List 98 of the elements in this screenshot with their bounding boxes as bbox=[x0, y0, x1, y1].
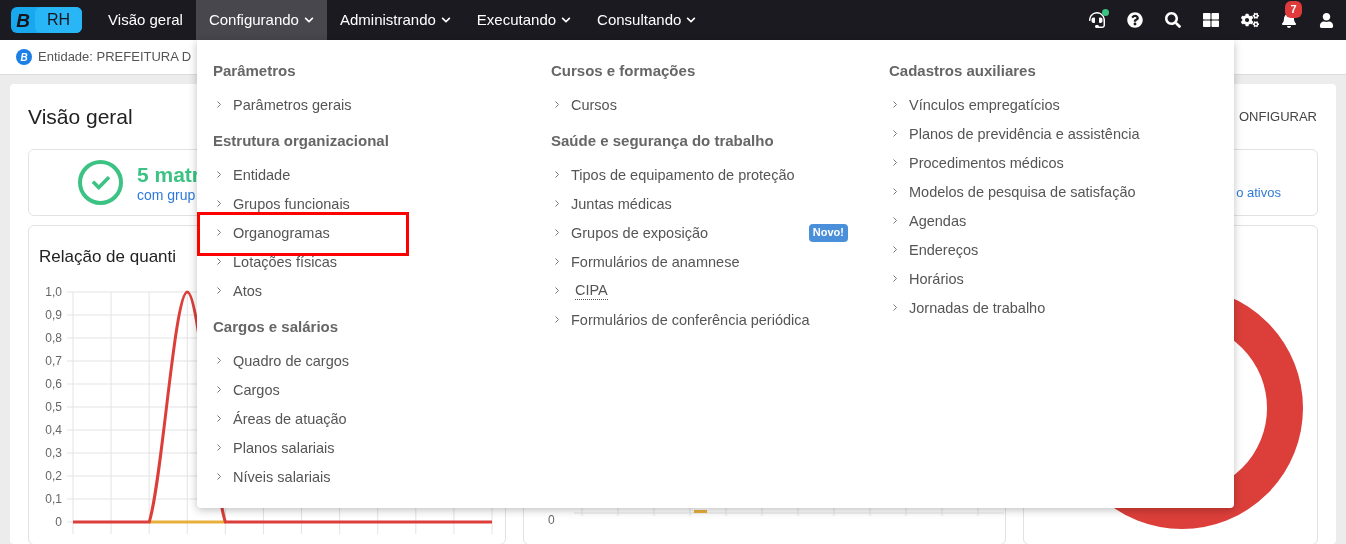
menu-heading: Cargos e salários bbox=[213, 317, 340, 337]
chevron-right-icon bbox=[893, 246, 897, 253]
axis-tick-label: 0,3 bbox=[45, 446, 62, 460]
chevron-right-icon bbox=[555, 316, 559, 323]
menu-item[interactable]: Lotações físicas bbox=[233, 252, 337, 271]
menu-item[interactable]: CIPA bbox=[575, 281, 608, 300]
chevron-right-icon bbox=[217, 229, 221, 236]
chevron-right-icon bbox=[217, 415, 221, 422]
menu-heading: Saúde e segurança do trabalho bbox=[551, 131, 775, 151]
menu-item[interactable]: Grupos de exposição bbox=[571, 223, 709, 242]
logo-text: RH bbox=[35, 7, 83, 33]
chevron-right-icon bbox=[555, 287, 559, 294]
chevron-right-icon bbox=[893, 304, 897, 311]
chevron-right-icon bbox=[217, 357, 221, 364]
axis-tick-label: 0,6 bbox=[45, 377, 62, 391]
logo-letter: B bbox=[15, 10, 31, 30]
chart-title: Relação de quanti bbox=[39, 247, 177, 266]
page-title: Visão geral bbox=[28, 104, 133, 131]
menu-item[interactable]: Quadro de cargos bbox=[233, 351, 350, 370]
nav-menu-item[interactable]: Consultando bbox=[584, 0, 710, 40]
axis-tick-label: 0,7 bbox=[45, 354, 62, 368]
chevron-down-icon bbox=[686, 15, 697, 25]
chevron-right-icon bbox=[555, 171, 559, 178]
chevron-right-icon bbox=[217, 287, 221, 294]
chevron-right-icon bbox=[217, 444, 221, 451]
menu-item[interactable]: Juntas médicas bbox=[571, 194, 672, 213]
chevron-right-icon bbox=[217, 386, 221, 393]
chevron-right-icon bbox=[893, 159, 897, 166]
logo[interactable]: B RH bbox=[11, 7, 83, 33]
menu-item[interactable]: Formulários de anamnese bbox=[571, 252, 740, 271]
summary-value: 5 matr bbox=[137, 162, 201, 187]
chevron-down-icon bbox=[303, 15, 314, 25]
menu-item[interactable]: Planos salariais bbox=[233, 438, 335, 457]
menu-item[interactable]: Formulários de conferência periódica bbox=[571, 310, 810, 329]
menu-heading: Cursos e formações bbox=[551, 61, 697, 81]
chevron-right-icon bbox=[217, 101, 221, 108]
chevron-right-icon bbox=[893, 130, 897, 137]
menu-item[interactable]: Procedimentos médicos bbox=[909, 153, 1064, 172]
menu-item[interactable]: Jornadas de trabalho bbox=[909, 298, 1046, 317]
axis-tick-label: 0,2 bbox=[45, 469, 62, 483]
chevron-right-icon bbox=[893, 188, 897, 195]
chevron-right-icon bbox=[217, 473, 221, 480]
chevron-right-icon bbox=[893, 217, 897, 224]
nav-menu-item[interactable]: Visão geral bbox=[95, 0, 196, 40]
chevron-right-icon bbox=[217, 171, 221, 178]
chevron-right-icon bbox=[217, 258, 221, 265]
chevron-right-icon bbox=[555, 258, 559, 265]
chevron-right-icon bbox=[893, 275, 897, 282]
summary-link[interactable]: com grup bbox=[137, 186, 201, 203]
menu-item[interactable]: Planos de previdência e assistência bbox=[909, 124, 1140, 143]
user-icon[interactable] bbox=[1319, 12, 1334, 28]
axis-tick-label: 0 bbox=[55, 515, 62, 529]
settings-icon[interactable] bbox=[1241, 11, 1259, 29]
menu-item[interactable]: Parâmetros gerais bbox=[233, 95, 352, 114]
chevron-right-icon bbox=[555, 229, 559, 236]
entity-badge: B bbox=[16, 49, 32, 65]
axis-tick-label: 0,9 bbox=[45, 308, 62, 322]
help-icon[interactable] bbox=[1127, 12, 1143, 28]
menu-item[interactable]: Níveis salariais bbox=[233, 467, 331, 486]
grid-icon[interactable] bbox=[1203, 12, 1219, 28]
entity-label: Entidade: PREFEITURA D bbox=[38, 48, 192, 67]
nav-menu-item[interactable]: Executando bbox=[463, 0, 585, 40]
menu-item[interactable]: Cargos bbox=[233, 380, 280, 399]
menu-item[interactable]: Grupos funcionais bbox=[233, 194, 350, 213]
chevron-down-icon bbox=[440, 15, 451, 25]
menu-item[interactable]: Agendas bbox=[909, 211, 967, 230]
menu-item[interactable]: Áreas de atuação bbox=[233, 409, 347, 428]
axis-tick-label: 0,8 bbox=[45, 331, 62, 345]
chevron-right-icon bbox=[555, 101, 559, 108]
notification-count: 7 bbox=[1285, 1, 1302, 18]
menu-item[interactable]: Horários bbox=[909, 269, 964, 288]
chevron-right-icon bbox=[217, 200, 221, 207]
axis-tick-label: 0,1 bbox=[45, 492, 62, 506]
axis-tick-label: 0 bbox=[548, 512, 555, 529]
menu-item[interactable]: Cursos bbox=[571, 95, 617, 114]
nav-menu-item[interactable]: Configurando bbox=[195, 0, 327, 40]
menu-item[interactable]: Modelos de pesquisa de satisfação bbox=[909, 182, 1136, 201]
configure-button[interactable]: ONFIGURAR bbox=[1239, 107, 1317, 127]
search-icon[interactable] bbox=[1165, 12, 1181, 28]
chevron-right-icon bbox=[893, 101, 897, 108]
menu-item[interactable]: Tipos de equipamento de proteção bbox=[571, 165, 795, 184]
summary-link[interactable]: o ativos bbox=[1236, 182, 1281, 203]
menu-heading: Estrutura organizacional bbox=[213, 131, 390, 151]
new-badge: Novo! bbox=[808, 223, 848, 242]
menu-item[interactable]: Endereços bbox=[909, 240, 979, 259]
chevron-right-icon bbox=[555, 200, 559, 207]
menu-item[interactable]: Vínculos empregatícios bbox=[909, 95, 1060, 114]
chart-bar bbox=[694, 510, 707, 513]
axis-tick-label: 1,0 bbox=[45, 285, 62, 299]
menu-heading: Cadastros auxiliares bbox=[889, 61, 1037, 81]
nav-menu-item[interactable]: Administrando bbox=[326, 0, 464, 40]
menu-item[interactable]: Atos bbox=[233, 281, 262, 300]
menu-item[interactable]: Entidade bbox=[233, 165, 291, 184]
axis-tick-label: 0,4 bbox=[45, 423, 62, 437]
menu-heading: Parâmetros bbox=[213, 61, 297, 81]
chevron-down-icon bbox=[561, 15, 572, 25]
axis-tick-label: 0,5 bbox=[45, 400, 62, 414]
menu-item[interactable]: Organogramas bbox=[233, 223, 330, 242]
